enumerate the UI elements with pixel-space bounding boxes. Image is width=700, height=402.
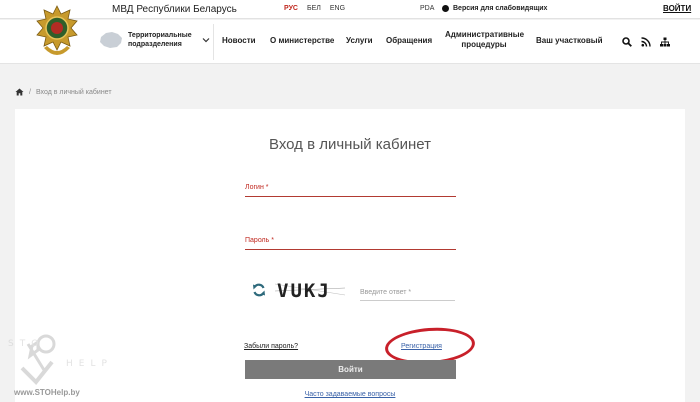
captcha-placeholder: Введите ответ * [360, 289, 412, 296]
main-nav: Территориальные подразделения Новости О … [0, 5, 700, 64]
lang-rus[interactable]: РУС [284, 5, 298, 12]
rss-icon[interactable] [641, 37, 651, 47]
territorial-units-dropdown[interactable]: Территориальные подразделения [98, 30, 210, 50]
captcha-refresh-icon[interactable] [252, 283, 266, 297]
eye-dot-icon [442, 5, 449, 12]
breadcrumb-separator: / [29, 88, 31, 96]
breadcrumb: / Вход в личный кабинет [15, 88, 112, 96]
nav-divider [213, 24, 214, 60]
chevron-down-icon [202, 38, 210, 43]
ministry-emblem-icon[interactable] [34, 4, 80, 64]
password-placeholder: Пароль * [245, 237, 274, 244]
login-placeholder: Логин * [245, 184, 269, 191]
lang-bel[interactable]: БЕЛ [307, 5, 321, 12]
nav-news[interactable]: Новости [222, 36, 256, 46]
forgot-password-link[interactable]: Забыли пароль? [244, 343, 298, 350]
belarus-map-icon [100, 32, 122, 48]
nav-admin-procedures[interactable]: Административные процедуры [445, 30, 524, 50]
nav-icon-group [622, 37, 670, 47]
breadcrumb-current: Вход в личный кабинет [35, 88, 112, 96]
top-login-link[interactable]: ВОЙТИ [663, 4, 691, 13]
sitemap-icon[interactable] [660, 37, 670, 47]
top-bar: МВД Республики Беларусь РУС БЕЛ ENG PDA … [0, 0, 700, 19]
login-field[interactable]: Логин * [245, 184, 456, 197]
watermark-logo-text: STO [8, 339, 44, 349]
ministry-name: МВД Республики Беларусь [112, 4, 237, 15]
visually-impaired-link[interactable]: Версия для слабовидящих [442, 5, 547, 12]
nav-about[interactable]: О министерстве [270, 36, 334, 46]
home-icon[interactable] [15, 88, 24, 96]
password-field[interactable]: Пароль * [245, 237, 456, 250]
captcha-image: VUKJ [275, 280, 345, 301]
lang-eng[interactable]: ENG [330, 5, 345, 12]
page-title: Вход в личный кабинет [269, 136, 431, 153]
language-switcher: РУС БЕЛ ENG [284, 5, 345, 12]
nav-district-officer[interactable]: Ваш участковый [536, 36, 602, 46]
captcha-answer-field[interactable]: Введите ответ * [360, 289, 455, 301]
territorial-units-label: Территориальные подразделения [128, 32, 192, 48]
captcha-text: VUKJ [277, 280, 331, 301]
faq-link[interactable]: Часто задаваемые вопросы [15, 391, 685, 398]
nav-appeals[interactable]: Обращения [386, 36, 432, 46]
pda-link[interactable]: PDA [420, 5, 434, 12]
login-card: Вход в личный кабинет Логин * Пароль * V… [15, 109, 685, 402]
search-icon[interactable] [622, 37, 632, 47]
watermark-site: www.STOHelp.by [14, 388, 80, 397]
nav-services[interactable]: Услуги [346, 36, 373, 46]
visually-impaired-label: Версия для слабовидящих [453, 5, 548, 12]
submit-button[interactable]: Войти [245, 360, 456, 379]
svg-text:HELP: HELP [66, 359, 112, 369]
